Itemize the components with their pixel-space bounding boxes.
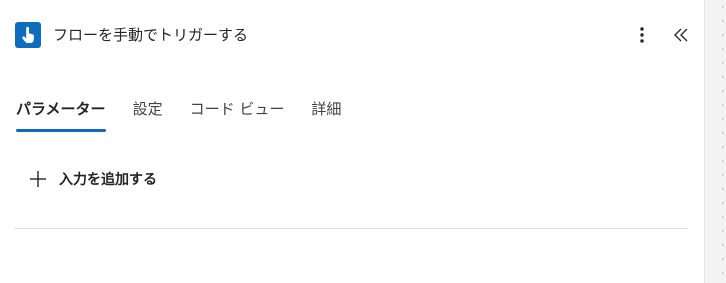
tab-parameters[interactable]: パラメーター <box>16 96 106 136</box>
add-input-label: 入力を追加する <box>59 172 157 188</box>
chevron-double-left-icon <box>674 28 688 42</box>
add-input-button[interactable]: 入力を追加する <box>28 166 157 192</box>
vertical-scrollbar[interactable] <box>704 0 726 283</box>
tab-details[interactable]: 詳細 <box>311 96 341 136</box>
tab-settings[interactable]: 設定 <box>133 96 163 136</box>
collapse-panel-button[interactable] <box>669 23 693 47</box>
more-options-button[interactable] <box>630 23 654 47</box>
section-divider <box>14 228 688 229</box>
plus-icon <box>28 169 48 189</box>
more-vertical-icon <box>640 27 644 43</box>
touch-hand-icon <box>15 22 41 48</box>
tab-code-view[interactable]: コード ビュー <box>190 96 285 136</box>
panel-title: フローを手動でトリガーする <box>53 26 249 44</box>
tab-list: パラメーター 設定 コード ビュー 詳細 <box>16 96 368 136</box>
panel-header: フローを手動でトリガーする <box>0 0 704 70</box>
scrollbar-track <box>722 0 724 283</box>
trigger-details-panel: フローを手動でトリガーする パラメーター 設定 コード ビュー 詳細 入力を追加… <box>0 0 704 283</box>
